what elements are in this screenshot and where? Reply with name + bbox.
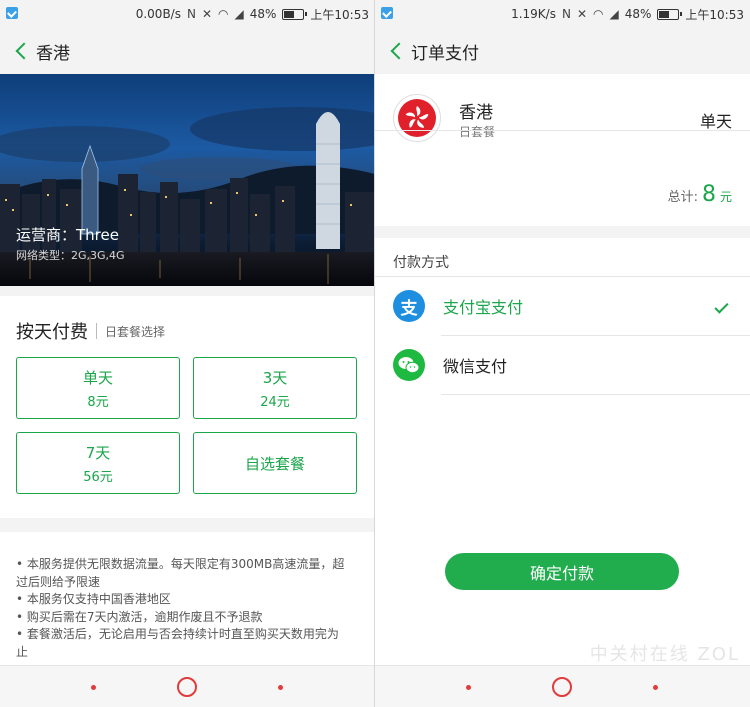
plan-option-3-days[interactable]: 3天 24元 <box>193 357 357 419</box>
battery-icon <box>282 8 308 20</box>
nav-back-button[interactable] <box>466 685 471 690</box>
plan-option-7-days[interactable]: 7天 56元 <box>16 432 180 494</box>
order-product-name: 香港 <box>459 103 493 123</box>
plan-price: 8元 <box>87 394 109 410</box>
divider <box>441 394 750 395</box>
total-label: 总计: <box>667 190 698 205</box>
nav-recents-button[interactable] <box>653 685 658 690</box>
system-nav-bar <box>0 665 375 707</box>
battery-icon <box>657 8 683 20</box>
watermark: 中关村在线 ZOL <box>589 644 740 665</box>
left-phone-screen: 0.00B/s Ν ✕ ◠ ◢ 48% 上午10:53 香港 运营商：Three… <box>0 0 375 707</box>
network-type-label: 网络类型：2G,3G,4G <box>16 249 125 262</box>
notification-icon <box>381 7 393 19</box>
wifi-icon: ◠ <box>593 7 604 21</box>
total-value: 8 <box>701 182 716 207</box>
payment-label: 微信支付 <box>443 357 508 376</box>
right-phone-screen: 1.19K/s Ν ✕ ◠ ◢ 48% 上午10:53 订单支付 香港 日套餐 … <box>375 0 750 707</box>
plan-title: 按天付费 <box>16 322 88 343</box>
page-title: 订单支付 <box>411 43 479 64</box>
section-gap <box>0 518 375 532</box>
plan-name: 3天 <box>262 368 288 387</box>
plan-name: 单天 <box>82 368 113 387</box>
nfc-icon: Ν <box>561 7 571 21</box>
plan-option-1-day[interactable]: 单天 8元 <box>16 357 180 419</box>
top-bar: 订单支付 <box>375 28 750 74</box>
payment-option-alipay[interactable]: 支 支付宝支付 <box>375 277 750 335</box>
payment-option-wechat[interactable]: 微信支付 <box>375 336 750 394</box>
alipay-icon: 支 <box>393 290 425 322</box>
back-arrow-icon[interactable] <box>385 28 415 74</box>
payment-method-heading: 付款方式 <box>393 255 449 271</box>
battery-percent: 48% <box>624 7 652 21</box>
plan-name: 自选套餐 <box>244 454 305 473</box>
signal-icon: ◢ <box>609 7 619 21</box>
wechat-pay-icon <box>393 349 425 381</box>
note-line: 止 <box>16 644 29 659</box>
status-bar: 0.00B/s Ν ✕ ◠ ◢ 48% 上午10:53 <box>0 0 375 28</box>
order-total: 总计: 8 元 <box>668 182 732 207</box>
status-right: 1.19K/s Ν ✕ ◠ ◢ 48% 上午10:53 <box>511 0 744 28</box>
service-notes: • 本服务提供无限数据流量。每天限定有300MB高速流量，超 过后则给予限速 •… <box>16 556 356 661</box>
section-gap <box>0 286 375 296</box>
hong-kong-flag-icon <box>393 94 441 142</box>
network-speed: 0.00B/s <box>135 7 181 21</box>
signal-icon: ◢ <box>234 7 244 21</box>
status-bar: 1.19K/s Ν ✕ ◠ ◢ 48% 上午10:53 <box>375 0 750 28</box>
nav-recents-button[interactable] <box>278 685 283 690</box>
note-line: 过后则给予限速 <box>16 574 101 589</box>
vibrate-icon: ✕ <box>576 7 588 21</box>
vibrate-icon: ✕ <box>201 7 213 21</box>
nav-back-button[interactable] <box>91 685 96 690</box>
clock: 上午10:53 <box>685 7 744 22</box>
battery-percent: 48% <box>249 7 277 21</box>
order-duration: 单天 <box>699 112 732 131</box>
plan-price: 56元 <box>83 469 113 485</box>
plan-price: 24元 <box>260 394 290 410</box>
wifi-icon: ◠ <box>218 7 229 21</box>
note-line: • 本服务提供无限数据流量。每天限定有300MB高速流量，超 <box>16 557 345 571</box>
nfc-icon: Ν <box>186 7 196 21</box>
nav-home-button[interactable] <box>177 677 197 697</box>
divider <box>375 130 750 131</box>
back-arrow-icon[interactable] <box>10 28 40 74</box>
system-nav-bar <box>375 665 750 707</box>
top-bar: 香港 <box>0 28 375 74</box>
plan-header: 按天付费 日套餐选择 <box>16 318 165 344</box>
screenshot-pair: 0.00B/s Ν ✕ ◠ ◢ 48% 上午10:53 香港 运营商：Three… <box>0 0 750 707</box>
hero-banner: 运营商：Three 网络类型：2G,3G,4G <box>0 74 375 286</box>
network-speed: 1.19K/s <box>511 7 556 21</box>
plan-name: 7天 <box>85 443 111 462</box>
nav-home-button[interactable] <box>552 677 572 697</box>
total-unit: 元 <box>719 190 732 204</box>
notification-icon <box>6 7 18 19</box>
plan-subtitle: 日套餐选择 <box>105 324 166 339</box>
note-line: • 购买后需在7天内激活，逾期作废且不予退款 <box>16 609 263 624</box>
clock: 上午10:53 <box>310 7 369 22</box>
note-line: • 本服务仅支持中国香港地区 <box>16 592 171 606</box>
confirm-payment-button[interactable]: 确定付款 <box>445 553 679 590</box>
divider <box>96 323 97 339</box>
payment-label: 支付宝支付 <box>443 298 524 317</box>
operator-label: 运营商：Three <box>16 226 119 244</box>
checkmark-icon <box>714 298 729 314</box>
section-gap <box>375 226 750 238</box>
page-title: 香港 <box>36 43 70 64</box>
note-line: • 套餐激活后，无论启用与否会持续计时直至购买天数用完为 <box>16 627 339 641</box>
order-product-type: 日套餐 <box>459 125 496 139</box>
plan-option-custom[interactable]: 自选套餐 <box>193 432 357 494</box>
status-right: 0.00B/s Ν ✕ ◠ ◢ 48% 上午10:53 <box>136 0 369 28</box>
